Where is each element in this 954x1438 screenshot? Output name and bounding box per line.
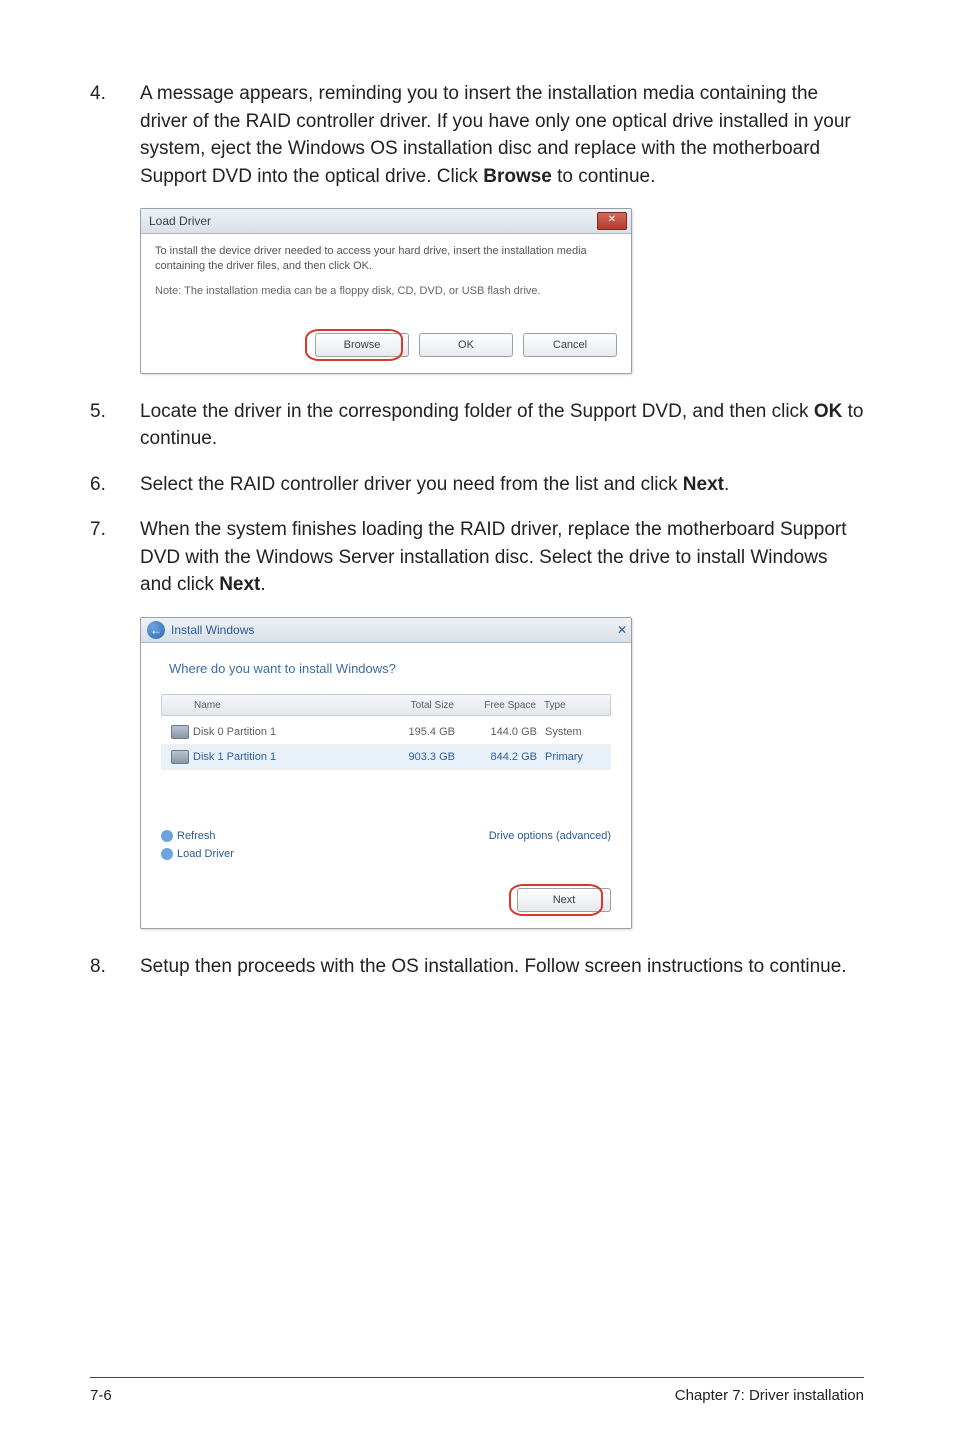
dialog-title: Load Driver (149, 214, 211, 228)
refresh-icon (161, 830, 173, 842)
close-icon[interactable]: ✕ (597, 212, 627, 230)
dialog-content: Where do you want to install Windows? Na… (141, 643, 631, 928)
step-bold: Next (219, 574, 260, 595)
drive-options-row: Refresh Load Driver Drive options (advan… (161, 830, 611, 860)
cell-total: 195.4 GB (375, 726, 467, 738)
step-number: 8. (90, 953, 140, 981)
cell-name: Disk 1 Partition 1 (193, 751, 375, 763)
browse-button[interactable]: Browse (315, 333, 409, 357)
step-text-a: Locate the driver in the corresponding f… (140, 401, 814, 422)
cell-free: 144.0 GB (467, 726, 545, 738)
footer-rule (90, 1377, 864, 1378)
cell-free: 844.2 GB (467, 751, 545, 763)
install-windows-dialog: ← Install Windows ✕ Where do you want to… (140, 617, 632, 929)
refresh-link[interactable]: Refresh (161, 830, 234, 842)
step-text-b: . (260, 574, 265, 595)
instruction-list: 4. A message appears, reminding you to i… (90, 80, 864, 981)
step-bold: Browse (483, 166, 552, 187)
dialog-body: To install the device driver needed to a… (141, 234, 631, 373)
figure-load-driver: Load Driver ✕ To install the device driv… (140, 208, 864, 374)
dialog-titlebar: Load Driver ✕ (141, 209, 631, 234)
dialog-note: Note: The installation media can be a fl… (155, 284, 617, 299)
col-name: Name (194, 700, 374, 711)
cancel-button[interactable]: Cancel (523, 333, 617, 357)
disk-icon (171, 750, 189, 764)
step-bold: OK (814, 401, 843, 422)
step-4: 4. A message appears, reminding you to i… (90, 80, 864, 190)
cell-total: 903.3 GB (375, 751, 467, 763)
load-driver-link[interactable]: Load Driver (161, 848, 234, 860)
dialog-heading: Where do you want to install Windows? (169, 661, 611, 676)
browse-callout: Browse (315, 333, 409, 357)
refresh-label: Refresh (177, 830, 216, 842)
figure-install-windows: ← Install Windows ✕ Where do you want to… (140, 617, 864, 929)
step-text: When the system finishes loading the RAI… (140, 516, 864, 599)
table-header: Name Total Size Free Space Type (161, 694, 611, 716)
load-driver-dialog: Load Driver ✕ To install the device driv… (140, 208, 632, 374)
document-page: 4. A message appears, reminding you to i… (0, 0, 954, 1438)
load-driver-icon (161, 848, 173, 860)
step-number: 5. (90, 398, 140, 453)
step-text: A message appears, reminding you to inse… (140, 80, 864, 190)
step-text: Locate the driver in the corresponding f… (140, 398, 864, 453)
dialog-button-row: Browse OK Cancel (155, 333, 617, 359)
step-number: 4. (90, 80, 140, 190)
load-driver-label: Load Driver (177, 848, 234, 860)
cell-name: Disk 0 Partition 1 (193, 726, 375, 738)
dialog-title: Install Windows (171, 623, 254, 637)
footer-page-number: 7-6 (90, 1387, 112, 1404)
step-5: 5. Locate the driver in the correspondin… (90, 398, 864, 453)
page-footer: 7-6 Chapter 7: Driver installation (90, 1387, 864, 1404)
step-6: 6. Select the RAID controller driver you… (90, 471, 864, 499)
step-8: 8. Setup then proceeds with the OS insta… (90, 953, 864, 981)
step-number: 6. (90, 471, 140, 499)
cell-type: System (545, 726, 605, 738)
next-callout: Next (517, 888, 611, 912)
back-icon[interactable]: ← (147, 621, 165, 639)
next-button[interactable]: Next (517, 888, 611, 912)
footer-chapter: Chapter 7: Driver installation (675, 1387, 864, 1404)
disk-icon (171, 725, 189, 739)
dialog-message: To install the device driver needed to a… (155, 244, 617, 274)
step-text: Setup then proceeds with the OS installa… (140, 953, 864, 981)
step-text: Select the RAID controller driver you ne… (140, 471, 864, 499)
step-text-b: to continue. (552, 166, 656, 187)
col-type: Type (544, 700, 604, 711)
drive-options-advanced-link[interactable]: Drive options (advanced) (489, 830, 611, 860)
close-icon[interactable]: ✕ (617, 623, 627, 637)
next-button-row: Next (161, 888, 611, 912)
table-row[interactable]: Disk 0 Partition 1 195.4 GB 144.0 GB Sys… (161, 720, 611, 745)
step-7: 7. When the system finishes loading the … (90, 516, 864, 599)
step-bold: Next (683, 474, 724, 495)
ok-button[interactable]: OK (419, 333, 513, 357)
step-number: 7. (90, 516, 140, 599)
partition-table: Name Total Size Free Space Type Disk 0 P… (161, 694, 611, 770)
step-text-a: Select the RAID controller driver you ne… (140, 474, 683, 495)
table-row[interactable]: Disk 1 Partition 1 903.3 GB 844.2 GB Pri… (161, 745, 611, 770)
col-total-size: Total Size (374, 700, 466, 711)
step-text-b: . (724, 474, 729, 495)
dialog-titlebar: ← Install Windows ✕ (141, 618, 631, 643)
step-text-a: Setup then proceeds with the OS installa… (140, 956, 847, 977)
col-free-space: Free Space (466, 700, 544, 711)
cell-type: Primary (545, 751, 605, 763)
